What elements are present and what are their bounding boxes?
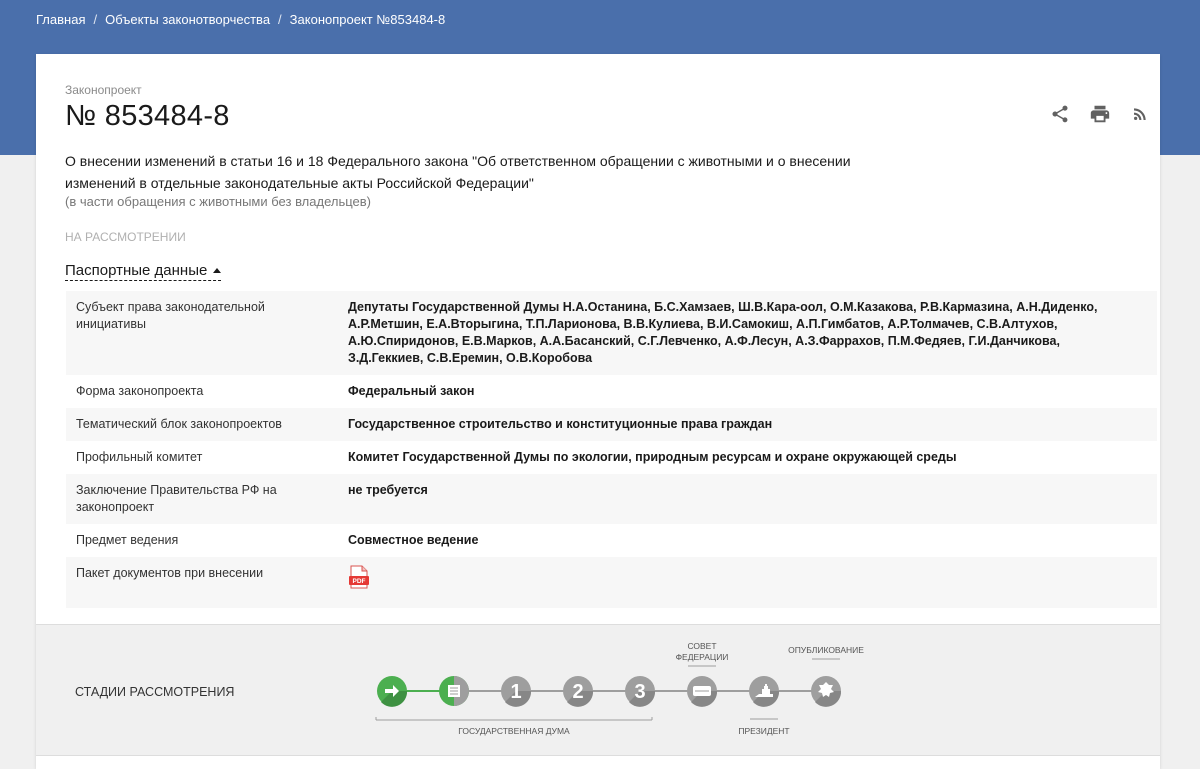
- caret-up-icon: [213, 268, 222, 273]
- share-icon: [1052, 105, 1068, 123]
- doc-type-label: Законопроект: [65, 83, 142, 97]
- passport-table: Субъект права законодательной инициативы…: [66, 291, 1157, 608]
- bill-title: О внесении изменений в статьи 16 и 18 Фе…: [65, 153, 851, 191]
- table-row: Предмет ведения Совместное ведение: [66, 524, 1157, 557]
- stages-track: 1 2 3 ГОСУДАРСТВЕННАЯ ДУМА СОВЕТ ФЕДЕРАЦ…: [375, 641, 864, 736]
- breadcrumb-objects[interactable]: Объекты законотворчества: [105, 12, 270, 27]
- publication-stage-label: ОПУБЛИКОВАНИЕ: [788, 645, 864, 655]
- row-label: Предмет ведения: [76, 533, 179, 547]
- table-row: Заключение Правительства РФ на законопро…: [66, 474, 1157, 524]
- status-badge: НА РАССМОТРЕНИИ: [65, 230, 186, 244]
- table-row: Пакет документов при внесении PDF: [66, 557, 1157, 608]
- table-row: Субъект права законодательной инициативы…: [66, 291, 1157, 375]
- breadcrumb-separator: /: [93, 12, 98, 27]
- stage-president[interactable]: [749, 676, 780, 707]
- pdf-file-icon[interactable]: PDF: [348, 565, 370, 589]
- stage-third-reading[interactable]: 3: [625, 676, 656, 707]
- breadcrumb-separator: /: [278, 12, 282, 27]
- breadcrumb-current[interactable]: Законопроект №853484-8: [290, 12, 446, 27]
- rss-button[interactable]: [1120, 102, 1160, 126]
- stage-preliminary[interactable]: [439, 676, 469, 706]
- stage-federation-council[interactable]: [687, 676, 718, 707]
- passport-toggle-label: Паспортные данные: [65, 262, 208, 279]
- stage-second-reading[interactable]: 2: [563, 676, 594, 707]
- duma-stage-label: ГОСУДАРСТВЕННАЯ ДУМА: [458, 726, 570, 736]
- stage-number: 1: [510, 681, 521, 703]
- pdf-label: PDF: [353, 578, 366, 585]
- action-toolbar: [1040, 102, 1160, 126]
- print-button[interactable]: [1080, 102, 1120, 126]
- president-stage-label: ПРЕЗИДЕНТ: [738, 726, 789, 736]
- breadcrumb: Главная / Объекты законотворчества / Зак…: [36, 12, 445, 27]
- table-row: Профильный комитет Комитет Государственн…: [66, 441, 1157, 474]
- passport-toggle[interactable]: Паспортные данные: [65, 262, 222, 281]
- stage-number: 2: [572, 681, 583, 703]
- row-label: Тематический блок законопроектов: [76, 417, 282, 431]
- stages-panel: СТАДИИ РАССМОТРЕНИЯ 1 2 3 ГОСУДАРСТВЕННА…: [36, 624, 1160, 756]
- bill-subtitle: (в части обращения с животными без владе…: [65, 194, 371, 209]
- council-stage-label-2: ФЕДЕРАЦИИ: [676, 652, 729, 662]
- row-label: Заключение Правительства РФ на законопро…: [76, 483, 277, 514]
- table-row: Форма законопроекта Федеральный закон: [66, 375, 1157, 408]
- print-icon: [1090, 105, 1110, 123]
- row-label: Форма законопроекта: [76, 384, 204, 398]
- row-value: Комитет Государственной Думы по экологии…: [348, 450, 957, 464]
- share-button[interactable]: [1040, 102, 1080, 126]
- stages-label: СТАДИИ РАССМОТРЕНИЯ: [75, 685, 235, 699]
- table-row: Тематический блок законопроектов Государ…: [66, 408, 1157, 441]
- row-value: Совместное ведение: [348, 533, 479, 547]
- stage-first-reading[interactable]: 1: [501, 676, 532, 707]
- bill-card: Законопроект № 853484-8 О внесении измен…: [36, 54, 1160, 769]
- row-label: Профильный комитет: [76, 450, 203, 464]
- row-value: не требуется: [348, 483, 428, 497]
- stage-submission[interactable]: [377, 676, 408, 707]
- council-stage-label-1: СОВЕТ: [687, 641, 716, 651]
- row-label: Пакет документов при внесении: [76, 566, 264, 580]
- page-title: № 853484-8: [65, 100, 230, 132]
- row-value: Федеральный закон: [348, 384, 475, 398]
- row-value: Депутаты Государственной Думы Н.А.Остани…: [348, 300, 1098, 365]
- row-value: PDF: [348, 565, 1147, 594]
- rss-icon: [1134, 108, 1146, 120]
- breadcrumb-home[interactable]: Главная: [36, 12, 85, 27]
- row-value: Государственное строительство и конститу…: [348, 417, 773, 431]
- row-label: Субъект права законодательной инициативы: [76, 300, 265, 331]
- stage-number: 3: [634, 681, 645, 703]
- stage-publication[interactable]: [811, 676, 842, 707]
